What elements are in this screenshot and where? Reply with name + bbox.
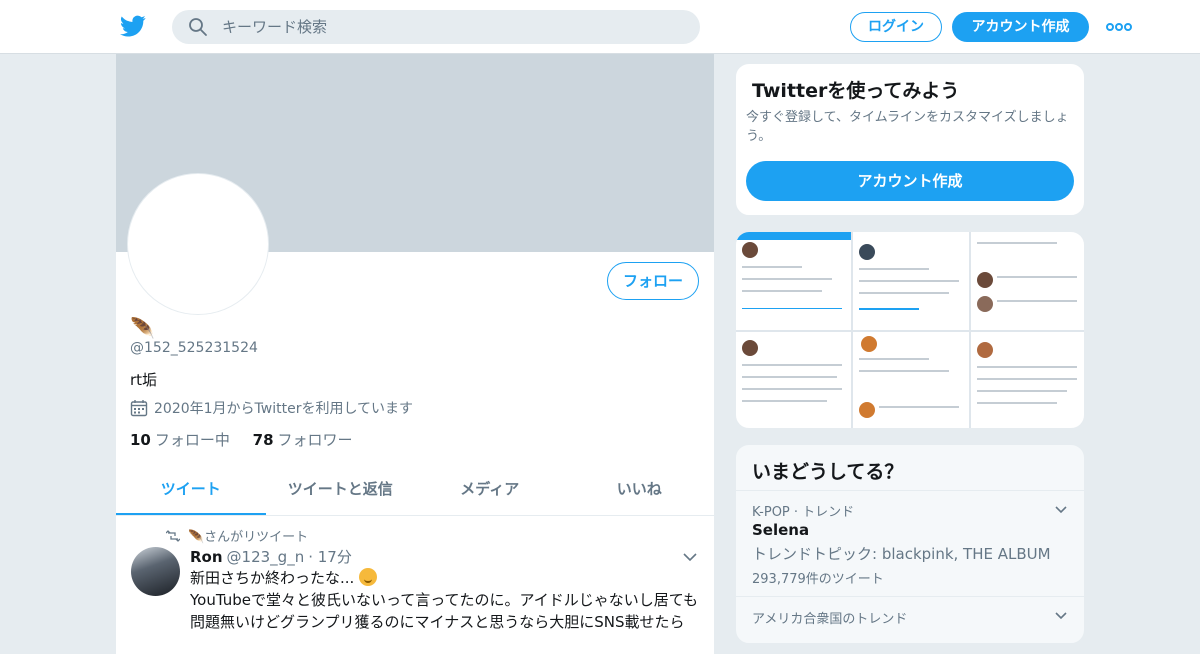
media-thumbnail[interactable] xyxy=(970,232,1084,330)
trends-card: いまどうしてる？ K-POP · トレンド Selena トレンドトピック: b… xyxy=(735,444,1085,644)
tweet-text-line1: 新田さちか終わったな... xyxy=(190,569,355,587)
tweet-author-avatar[interactable] xyxy=(131,547,180,596)
media-preview-grid xyxy=(735,231,1085,429)
media-thumbnail[interactable] xyxy=(853,232,969,330)
following-label: フォロー中 xyxy=(154,431,230,449)
signup-prompt-description: 今すぐ登録して、タイムラインをカスタマイズしましょう。 xyxy=(746,110,1069,144)
twitter-bird-logo-icon[interactable] xyxy=(120,13,146,39)
media-thumbnail[interactable] xyxy=(736,232,852,330)
retweet-indicator: 🪶さんがリツイート xyxy=(166,526,308,545)
followers-label: フォロワー xyxy=(277,431,353,449)
chevron-down-icon[interactable] xyxy=(1054,505,1068,515)
tab-media[interactable]: メディア xyxy=(415,466,565,515)
tweet-text: 新田さちか終わったな... YouTubeで堂々と彼氏いないって言ってたのに。ア… xyxy=(190,567,702,633)
chevron-down-icon[interactable] xyxy=(682,551,698,563)
trend-name[interactable]: Selena xyxy=(752,521,809,539)
signup-button[interactable]: アカウント作成 xyxy=(952,12,1089,42)
joined-text: 2020年1月からTwitterを利用しています xyxy=(154,401,414,417)
profile-display-name: 🪶 xyxy=(130,316,155,340)
tab-tweets[interactable]: ツイート xyxy=(116,466,266,515)
search-icon xyxy=(189,18,207,36)
following-count: 10 xyxy=(130,431,151,449)
profile-bio: rt垢 xyxy=(130,371,158,389)
signup-prompt-title: Twitterを使ってみよう xyxy=(752,80,960,102)
tweet-time[interactable]: · 17分 xyxy=(308,548,352,566)
login-button[interactable]: ログイン xyxy=(850,12,942,42)
retweet-note: 🪶さんがリツイート xyxy=(188,530,309,545)
trend-context: アメリカ合衆国のトレンド xyxy=(752,612,908,627)
profile-stats: 10 フォロー中 78 フォロワー xyxy=(130,429,371,450)
trends-title: いまどうしてる？ xyxy=(752,461,904,483)
tweet-text-line2: YouTubeで堂々と彼氏いないって言ってたのに。アイドルじゃないし居ても問題無… xyxy=(190,591,698,631)
media-thumbnail[interactable] xyxy=(853,332,969,428)
trend-context: K-POP · トレンド xyxy=(752,505,855,520)
trend-description[interactable]: トレンドトピック: blackpink, THE ALBUM xyxy=(752,543,1051,564)
followers-count: 78 xyxy=(252,431,274,449)
tweet-author-name[interactable]: Ron xyxy=(190,548,223,566)
upside-down-face-emoji-icon xyxy=(359,568,378,586)
media-thumbnail[interactable] xyxy=(970,332,1084,428)
search-input[interactable] xyxy=(222,10,682,44)
divider xyxy=(736,596,1084,597)
followers-stat[interactable]: 78 フォロワー xyxy=(253,431,353,449)
top-nav-bar: ログイン アカウント作成 xyxy=(0,0,1200,54)
tab-tweets-and-replies[interactable]: ツイートと返信 xyxy=(266,466,416,515)
follow-button[interactable]: フォロー xyxy=(607,262,699,300)
chevron-down-icon[interactable] xyxy=(1054,611,1068,621)
divider xyxy=(736,490,1084,491)
calendar-icon xyxy=(130,400,148,417)
profile-tabs: ツイート ツイートと返信 メディア いいね xyxy=(116,466,714,516)
signup-prompt-card: Twitterを使ってみよう 今すぐ登録して、タイムラインをカスタマイズしましょ… xyxy=(735,63,1085,216)
profile-joined-date: 2020年1月からTwitterを利用しています xyxy=(130,398,413,418)
following-stat[interactable]: 10 フォロー中 xyxy=(130,431,230,449)
profile-avatar[interactable] xyxy=(128,174,268,314)
tweet-header: Ron @123_g_n · 17分 xyxy=(190,546,352,567)
retweet-icon xyxy=(166,530,180,542)
signup-prompt-button[interactable]: アカウント作成 xyxy=(746,161,1074,201)
tab-likes[interactable]: いいね xyxy=(565,466,715,515)
trend-tweet-count: 293,779件のツイート xyxy=(752,572,884,587)
more-options-icon[interactable] xyxy=(1106,20,1132,34)
media-thumbnail[interactable] xyxy=(736,332,852,428)
tweet-author-handle[interactable]: @123_g_n xyxy=(227,548,305,566)
profile-handle[interactable]: @152_525231524 xyxy=(130,340,258,356)
search-box[interactable] xyxy=(172,10,700,44)
